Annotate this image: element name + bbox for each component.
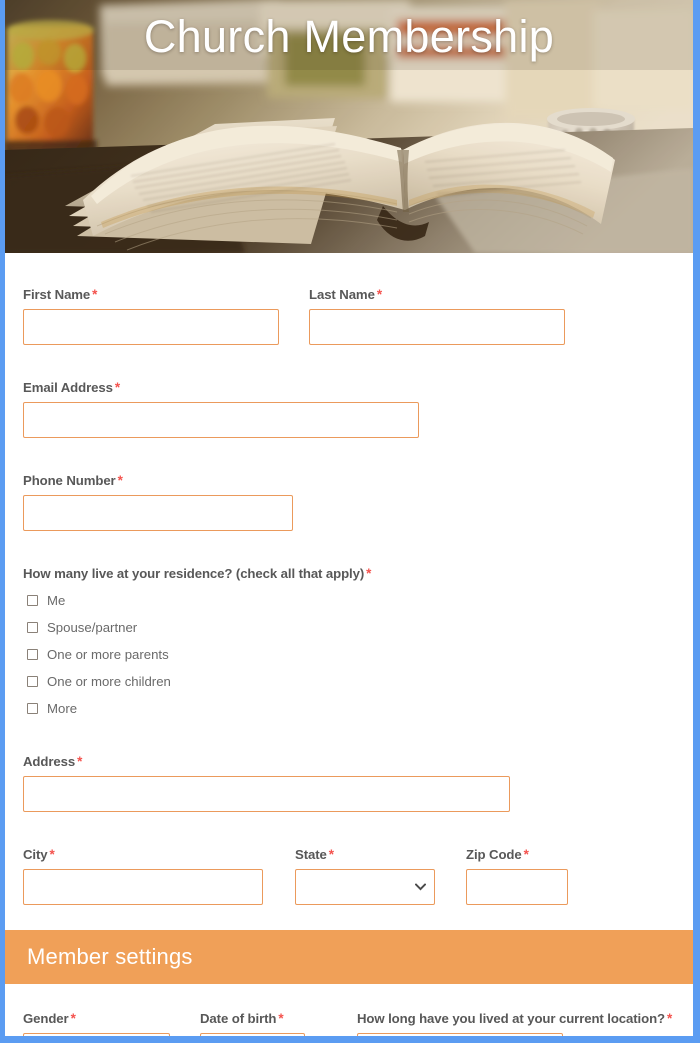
field-date-of-birth: Date of birth * [200, 1011, 305, 1036]
date-of-birth-input[interactable] [200, 1033, 305, 1036]
required-asterisk: * [49, 847, 55, 862]
form-page: Church Membership First Name * Last Name *… [5, 0, 693, 1036]
field-phone: Phone Number * [23, 473, 293, 531]
required-asterisk: * [666, 1011, 673, 1026]
checkbox-label: One or more parents [47, 646, 169, 662]
checkbox-icon[interactable] [27, 622, 38, 633]
city-input[interactable] [23, 869, 263, 905]
time-at-location-input[interactable] [357, 1033, 563, 1036]
required-asterisk: * [70, 1011, 76, 1026]
zip-label: Zip Code * [466, 847, 529, 862]
last-name-input[interactable] [309, 309, 565, 345]
phone-input[interactable] [23, 495, 293, 531]
checkbox-label: More [47, 700, 78, 716]
checkbox-icon[interactable] [27, 703, 38, 714]
city-label: City * [23, 847, 55, 862]
first-name-input[interactable] [23, 309, 279, 345]
email-label: Email Address * [23, 380, 120, 395]
checkbox-option-spouse-partner[interactable]: Spouse/partner [23, 614, 371, 641]
field-email: Email Address * [23, 380, 419, 438]
checkbox-option-one-or-more-children[interactable]: One or more children [23, 668, 371, 695]
page-title: Church Membership [143, 11, 555, 62]
last-name-label: Last Name * [309, 287, 382, 302]
zip-input[interactable] [466, 869, 568, 905]
email-input[interactable] [23, 402, 419, 438]
field-residence: How many live at your residence? (check … [23, 566, 371, 722]
section-header-member-settings: Member settings [5, 930, 693, 984]
address-input[interactable] [23, 776, 510, 812]
checkbox-icon[interactable] [27, 649, 38, 660]
field-time-at-location: How long have you lived at your current … [357, 1011, 672, 1036]
gender-label: Gender * [23, 1011, 76, 1026]
required-asterisk: * [117, 473, 123, 488]
field-last-name: Last Name * [309, 287, 565, 345]
address-label: Address * [23, 754, 83, 769]
state-select-wrapper [295, 869, 435, 905]
membership-form: First Name * Last Name * Email Address * Ph… [5, 253, 693, 1036]
state-label: State * [295, 847, 334, 862]
checkbox-icon[interactable] [27, 595, 38, 606]
section-title: Member settings [27, 944, 193, 969]
gender-input[interactable] [23, 1033, 170, 1036]
required-asterisk: * [77, 754, 83, 769]
checkbox-option-me[interactable]: Me [23, 587, 371, 614]
checkbox-icon[interactable] [27, 676, 38, 687]
field-zip: Zip Code * [466, 847, 568, 905]
checkbox-option-more[interactable]: More [23, 695, 371, 722]
field-first-name: First Name * [23, 287, 279, 345]
required-asterisk: * [92, 287, 98, 302]
field-gender: Gender * [23, 1011, 170, 1036]
checkbox-option-one-or-more-parents[interactable]: One or more parents [23, 641, 371, 668]
first-name-label: First Name * [23, 287, 98, 302]
required-asterisk: * [114, 380, 120, 395]
time-at-location-label: How long have you lived at your current … [357, 1011, 673, 1026]
header-banner: Church Membership [5, 0, 693, 253]
required-asterisk: * [376, 287, 382, 302]
date-of-birth-label: Date of birth * [200, 1011, 284, 1026]
checkbox-label: Me [47, 592, 66, 608]
phone-label: Phone Number * [23, 473, 123, 488]
page-frame: Church Membership First Name * Last Name *… [0, 0, 700, 1043]
checkbox-label: Spouse/partner [47, 619, 138, 635]
required-asterisk: * [278, 1011, 284, 1026]
required-asterisk: * [366, 566, 372, 581]
checkbox-label: One or more children [47, 673, 171, 689]
field-address: Address * [23, 754, 510, 812]
state-select[interactable] [295, 869, 435, 905]
required-asterisk: * [523, 847, 529, 862]
field-city: City * [23, 847, 263, 905]
residence-label: How many live at your residence? (check … [23, 566, 372, 581]
required-asterisk: * [328, 847, 334, 862]
field-state: State * [295, 847, 435, 905]
